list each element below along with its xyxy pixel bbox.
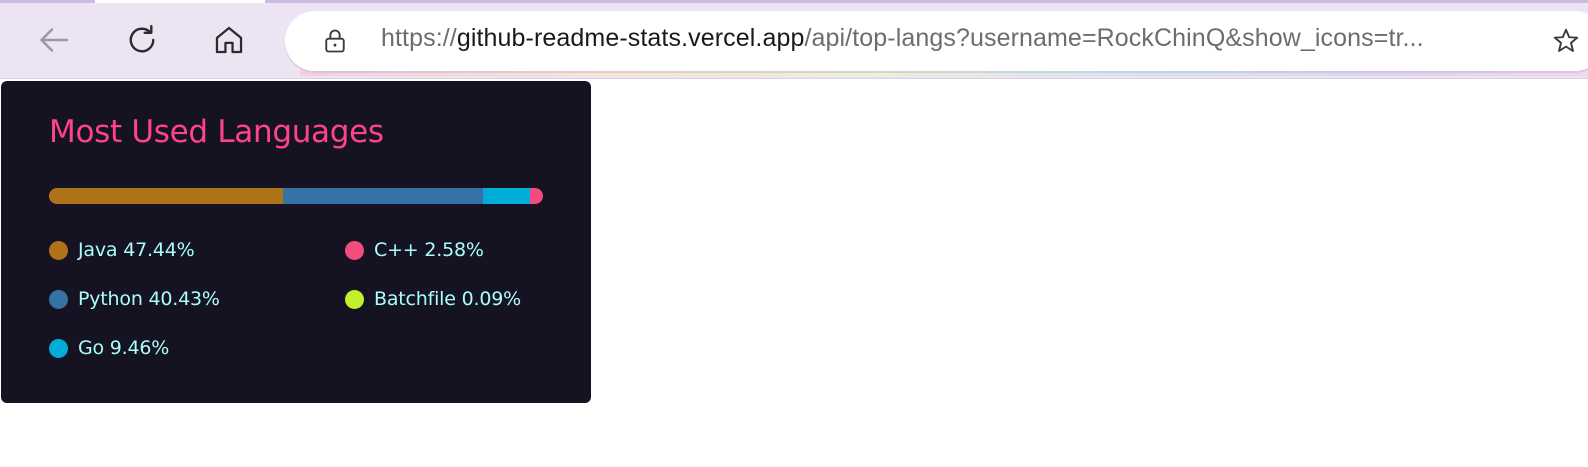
reload-icon [129,24,155,53]
language-percent: 9.46% [109,337,170,359]
back-arrow-icon [40,28,69,52]
language-item: Go 9.46% [49,336,169,360]
language-color-dot [345,289,364,309]
language-item: Java 47.44% [49,238,195,262]
language-name: Batchfile [374,288,456,310]
address-bar[interactable]: https://github-readme-stats.vercel.app/a… [285,11,1588,71]
url-scheme: https:// [381,24,457,52]
url-host: github-readme-stats.vercel.app [456,24,805,52]
language-name: Python [78,288,143,310]
star-icon[interactable] [1551,26,1581,56]
language-name: Java [78,239,118,261]
language-item: Batchfile 0.09% [345,287,521,311]
language-item: Python 40.43% [49,287,220,311]
language-color-dot [49,240,68,260]
language-progress-bar [49,188,543,204]
language-percent: 2.58% [424,239,484,261]
language-name: Go [78,337,104,359]
language-color-dot [345,240,364,260]
url-path: /api/top-langs?username=RockChinQ&show_i… [804,24,1424,52]
card-title: Most Used Languages [49,114,384,150]
language-percent: 47.44% [123,239,195,261]
progress-segment-cp [529,188,543,204]
language-color-dot [49,289,68,309]
language-percent: 40.43% [148,288,220,310]
progress-segment-python [283,188,484,204]
progress-segment-java [49,188,284,204]
lock-icon[interactable] [321,27,349,55]
active-tab-indicator [95,0,265,3]
language-percent: 0.09% [461,288,522,310]
home-icon [215,26,243,54]
browser-toolbar: https://github-readme-stats.vercel.app/a… [0,0,1588,79]
reload-button[interactable] [122,20,162,60]
home-button[interactable] [209,20,249,60]
language-color-dot [49,338,68,358]
url-text[interactable]: https://github-readme-stats.vercel.app/a… [381,24,1424,53]
progress-segment-go [483,188,530,204]
language-item: C++ 2.58% [345,238,484,262]
back-button[interactable] [35,20,75,60]
language-name: C++ [374,239,419,261]
